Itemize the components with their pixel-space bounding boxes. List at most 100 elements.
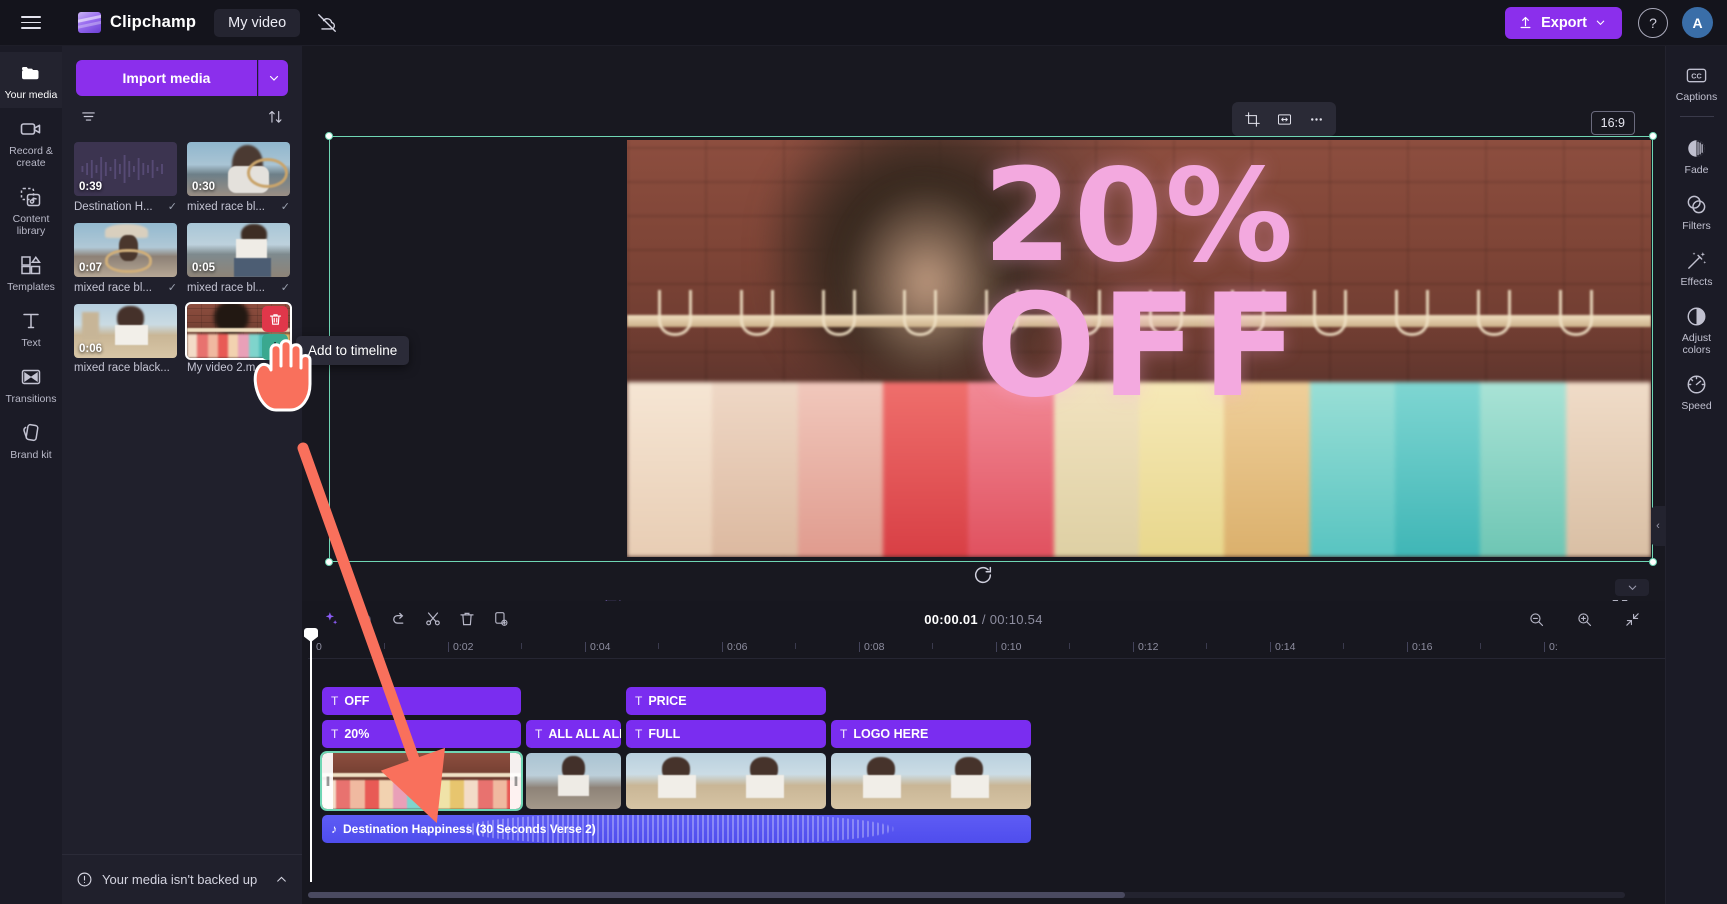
media-duration: 0:06: [79, 343, 103, 355]
filter-icon[interactable]: [80, 108, 97, 130]
audio-clip[interactable]: ♪ Destination Happiness (30 Seconds Vers…: [322, 815, 1031, 843]
property-adjust-colors[interactable]: Adjust colors: [1666, 295, 1727, 363]
zoom-out-button[interactable]: [1521, 604, 1551, 634]
import-media-dropdown-button[interactable]: [258, 60, 288, 96]
media-name-row: My video 2.m..: [187, 362, 290, 374]
property-fade[interactable]: Fade: [1666, 127, 1727, 183]
text-clip[interactable]: T FULL: [626, 720, 826, 748]
media-item-0[interactable]: 0:39 Destination H... ✓: [74, 142, 177, 213]
crop-icon[interactable]: [1238, 106, 1266, 132]
text-clip[interactable]: T LOGO HERE: [831, 720, 1031, 748]
sort-arrows-icon[interactable]: [267, 108, 284, 130]
ruler-tick: 0:10: [995, 641, 1022, 653]
video-canvas[interactable]: 20% OFF: [325, 132, 1657, 566]
avatar[interactable]: A: [1682, 7, 1713, 38]
text-clip[interactable]: T PRICE: [626, 687, 826, 715]
trim-handle-left[interactable]: [322, 753, 333, 809]
property-label: Adjust colors: [1681, 332, 1712, 356]
media-duration: 0:39: [79, 181, 103, 193]
property-speed[interactable]: Speed: [1666, 363, 1727, 419]
help-button[interactable]: ?: [1638, 7, 1668, 38]
media-item-2[interactable]: 0:07 mixed race bl... ✓: [74, 223, 177, 294]
media-item-5[interactable]: + My video 2.m..: [185, 302, 292, 374]
backup-status-text: Your media isn't backed up: [102, 872, 258, 887]
split-button[interactable]: [418, 604, 448, 634]
chevron-up-icon[interactable]: [275, 873, 288, 886]
text-clip[interactable]: T OFF: [322, 687, 521, 715]
cloud-off-icon[interactable]: [314, 10, 340, 36]
sidebar-item-text[interactable]: Text: [0, 300, 62, 356]
video-clip[interactable]: [526, 753, 621, 809]
scissors-icon: [426, 612, 440, 626]
media-name-row: mixed race black...: [74, 362, 177, 374]
undo-button[interactable]: [350, 604, 380, 634]
media-filter-row: [62, 104, 302, 138]
content-library-icon: [19, 185, 43, 209]
chevron-down-icon: [1628, 585, 1636, 591]
ruler-tick: 0:06: [721, 641, 748, 653]
fit-timeline-button[interactable]: [1617, 604, 1647, 634]
ruler-tick: 0:08: [858, 641, 885, 653]
video-clip[interactable]: [831, 753, 1031, 809]
zoom-in-button[interactable]: [1569, 604, 1599, 634]
check-icon: ✓: [167, 201, 177, 213]
media-name: mixed race bl...: [187, 200, 265, 213]
text-clip[interactable]: T ALL ALL ALL A: [526, 720, 621, 748]
delete-media-button[interactable]: [262, 306, 288, 332]
resize-handle-tr[interactable]: [1649, 132, 1657, 140]
timeline-horizontal-scrollbar[interactable]: [308, 892, 1625, 898]
backup-status-bar[interactable]: Your media isn't backed up: [62, 854, 302, 904]
resize-handle-bl[interactable]: [325, 558, 333, 566]
add-to-timeline-button[interactable]: +: [262, 334, 288, 360]
text-clip[interactable]: T 20%: [322, 720, 521, 748]
preview-collapse-button[interactable]: ‹: [1651, 506, 1665, 546]
brand-kit-icon: [19, 421, 43, 445]
video-clip[interactable]: [320, 751, 523, 811]
sidebar-item-your-media[interactable]: Your media: [0, 52, 62, 108]
sidebar-item-templates[interactable]: Templates: [0, 244, 62, 300]
property-effects[interactable]: Effects: [1666, 239, 1727, 295]
resize-handle-br[interactable]: [1649, 558, 1657, 566]
timeline-tracks: T OFF T PRICE T 20% T ALL ALL ALL A: [302, 659, 1665, 843]
hamburger-icon[interactable]: [8, 0, 54, 46]
text-clip-icon: T: [635, 727, 643, 741]
current-time: 00:00.01: [924, 611, 978, 627]
property-filters[interactable]: Filters: [1666, 183, 1727, 239]
sidebar-item-transitions[interactable]: Transitions: [0, 356, 62, 412]
aspect-ratio-button[interactable]: 16:9: [1590, 111, 1635, 135]
media-item-3[interactable]: 0:05 mixed race bl... ✓: [187, 223, 290, 294]
brand-name: Clipchamp: [110, 13, 197, 31]
alert-circle-icon: [77, 872, 92, 887]
clothes-row: [627, 381, 1651, 557]
export-button[interactable]: Export: [1505, 6, 1622, 39]
video-clip[interactable]: [626, 753, 826, 809]
ruler-tick: 0: [311, 641, 322, 653]
resize-handle-tl[interactable]: [325, 132, 333, 140]
import-media-button[interactable]: Import media: [76, 60, 257, 96]
media-item-4[interactable]: 0:06 mixed race black...: [74, 304, 177, 374]
project-title[interactable]: My video: [214, 8, 301, 37]
trim-handle-right[interactable]: [510, 753, 521, 809]
delete-button[interactable]: [452, 604, 482, 634]
media-name: mixed race bl...: [74, 281, 152, 294]
right-sidebar: CC Captions Fade Filters Effects Adjust …: [1665, 46, 1727, 904]
redo-button[interactable]: [384, 604, 414, 634]
duplicate-button[interactable]: [486, 604, 516, 634]
import-row: Import media: [62, 46, 302, 104]
divider: [1679, 116, 1714, 117]
media-item-1[interactable]: 0:30 mixed race bl... ✓: [187, 142, 290, 213]
duplicate-icon: [495, 612, 508, 626]
property-captions[interactable]: CC Captions: [1666, 54, 1727, 110]
sidebar-item-record-create[interactable]: Record & create: [0, 108, 62, 176]
ai-tools-button[interactable]: [316, 604, 346, 634]
text-track-2: T 20% T ALL ALL ALL A T FULL T LOGO HERE: [308, 720, 1665, 748]
sidebar-item-brand-kit[interactable]: Brand kit: [0, 412, 62, 468]
fit-width-icon[interactable]: [1270, 106, 1298, 132]
more-horizontal-icon[interactable]: [1302, 106, 1330, 132]
rotate-icon[interactable]: [972, 564, 996, 588]
timeline-ruler[interactable]: 0 0:02 0:04 0:06 0:08 0:10 0:12 0:14 0:1…: [308, 637, 1665, 659]
sidebar-label: Content library: [12, 213, 50, 237]
timeline-collapse-button[interactable]: [1615, 579, 1649, 596]
fit-timeline-icon: [1625, 612, 1639, 626]
sidebar-item-content-library[interactable]: Content library: [0, 176, 62, 244]
